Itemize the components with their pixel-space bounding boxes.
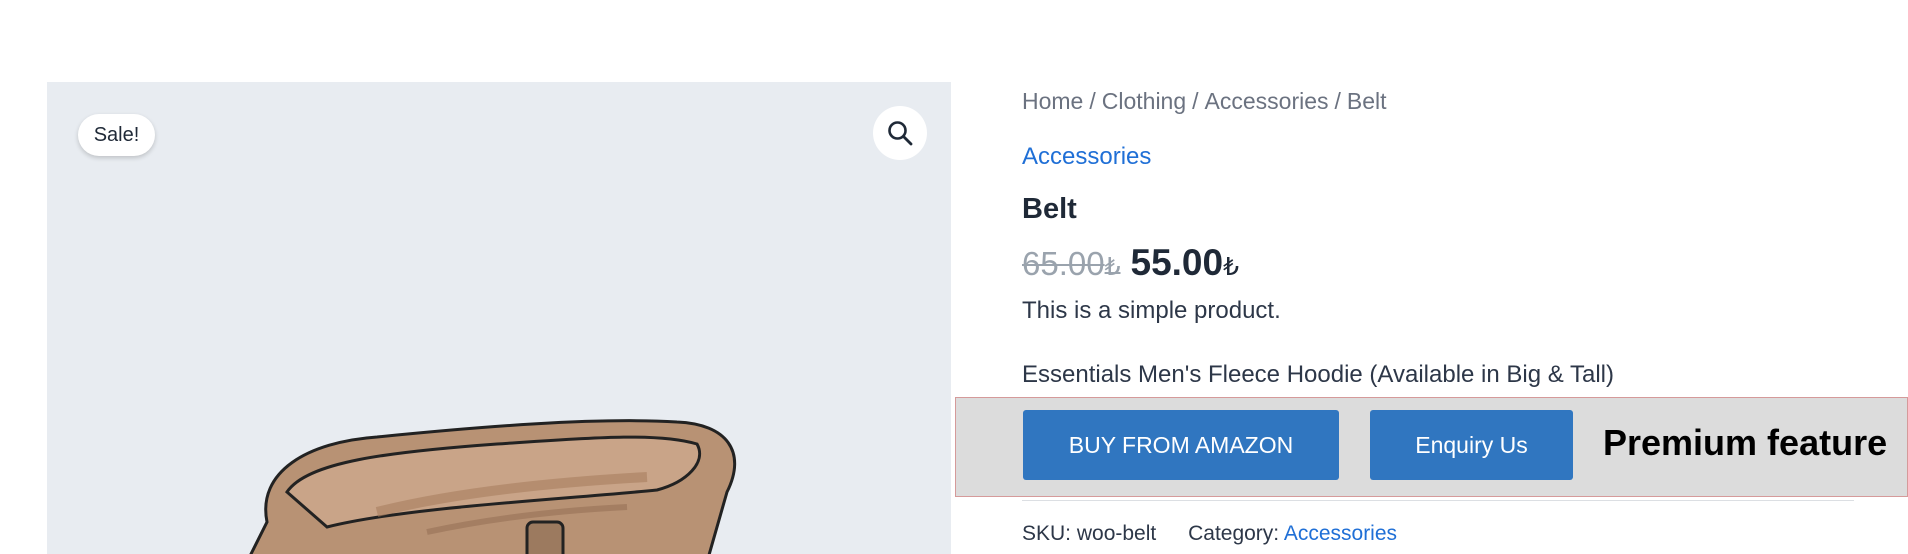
external-product-title: Essentials Men's Fleece Hoodie (Availabl… bbox=[1022, 361, 1614, 388]
premium-feature-label: Premium feature bbox=[1603, 422, 1888, 463]
category-meta-link[interactable]: Accessories bbox=[1284, 522, 1397, 545]
premium-actions-bar: BUY FROM AMAZON Enquiry Us Premium featu… bbox=[955, 397, 1908, 497]
currency-symbol: ₺ bbox=[1223, 253, 1239, 281]
category-label: Category: bbox=[1188, 522, 1280, 545]
price: 65.00₺ 55.00₺ bbox=[1022, 242, 1239, 284]
sku-value: woo-belt bbox=[1076, 522, 1157, 545]
short-description: This is a simple product. bbox=[1022, 297, 1281, 324]
currency-symbol: ₺ bbox=[1104, 253, 1121, 281]
buy-from-amazon-button[interactable]: BUY FROM AMAZON bbox=[1023, 410, 1339, 480]
breadcrumb-clothing[interactable]: Clothing bbox=[1102, 88, 1186, 114]
product-title: Belt bbox=[1022, 193, 1077, 225]
breadcrumb-accessories[interactable]: Accessories bbox=[1205, 88, 1329, 114]
regular-price: 65.00₺ bbox=[1022, 245, 1121, 282]
product-gallery: Sale! bbox=[47, 82, 951, 554]
product-meta: SKU: woo-belt Category: Accessories bbox=[1022, 522, 1397, 546]
magnifier-icon bbox=[888, 121, 913, 146]
category-link[interactable]: Accessories bbox=[1022, 143, 1151, 171]
sale-price: 55.00₺ bbox=[1131, 242, 1240, 283]
enquiry-button[interactable]: Enquiry Us bbox=[1370, 410, 1573, 480]
belt-image[interactable] bbox=[227, 382, 827, 554]
sale-badge: Sale! bbox=[78, 114, 155, 156]
breadcrumb-separator: / bbox=[1089, 88, 1096, 114]
zoom-button[interactable] bbox=[873, 106, 927, 160]
sale-price-amount: 55.00 bbox=[1130, 242, 1224, 283]
regular-price-amount: 65.00 bbox=[1022, 245, 1105, 282]
breadcrumb-separator: / bbox=[1192, 88, 1199, 114]
divider bbox=[1022, 500, 1854, 501]
breadcrumb-separator: / bbox=[1334, 88, 1341, 114]
sku-label: SKU: bbox=[1022, 522, 1072, 545]
breadcrumb-home[interactable]: Home bbox=[1022, 88, 1083, 114]
breadcrumb: Home / Clothing / Accessories / Belt bbox=[1022, 88, 1387, 115]
breadcrumb-current: Belt bbox=[1346, 88, 1387, 114]
